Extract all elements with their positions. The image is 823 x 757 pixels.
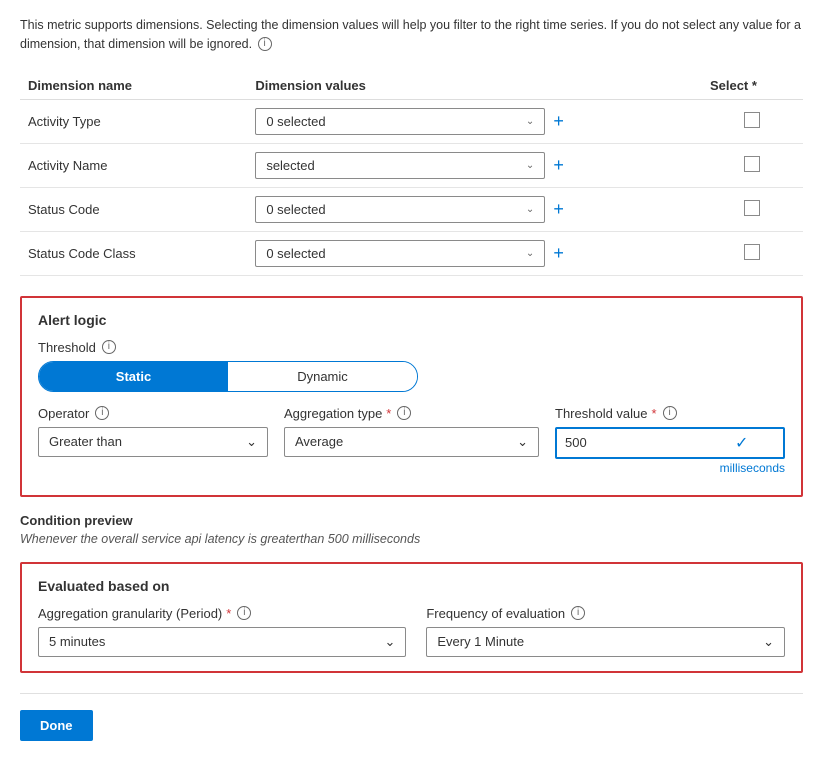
aggregation-value: Average [295, 434, 343, 449]
dim-values-status-code: 0 selected ⌄ + [247, 187, 702, 231]
dim-values-activity-type: 0 selected ⌄ + [247, 99, 702, 143]
info-banner: This metric supports dimensions. Selecti… [20, 16, 803, 54]
dim-placeholder-activity-type: 0 selected [266, 114, 325, 129]
threshold-toggle-group[interactable]: Static Dynamic [38, 361, 418, 392]
dim-name-activity-name: Activity Name [20, 143, 247, 187]
info-text: This metric supports dimensions. Selecti… [20, 18, 801, 51]
condition-preview-section: Condition preview Whenever the overall s… [20, 513, 803, 546]
aggregation-chevron-icon: ⌄ [517, 434, 528, 450]
dim-dropdown-wrapper-status-code-class: 0 selected ⌄ + [255, 240, 694, 267]
dim-dropdown-wrapper-activity-name: selected ⌄ + [255, 152, 694, 179]
operator-value: Greater than [49, 434, 122, 449]
dim-plus-icon-activity-name[interactable]: + [553, 155, 564, 176]
footer-divider [20, 693, 803, 694]
dimension-row-status-code-class: Status Code Class 0 selected ⌄ + [20, 231, 803, 275]
dim-name-status-code: Status Code [20, 187, 247, 231]
dim-dropdown-activity-name[interactable]: selected ⌄ [255, 152, 545, 179]
threshold-value-info-icon: i [663, 406, 677, 420]
dim-placeholder-status-code: 0 selected [266, 202, 325, 217]
frequency-chevron-icon: ⌄ [763, 634, 774, 650]
col-header-select: Select * [702, 72, 803, 100]
alert-logic-title: Alert logic [38, 312, 785, 328]
dim-chevron-icon-activity-type: ⌄ [526, 116, 534, 127]
dim-plus-icon-status-code[interactable]: + [553, 199, 564, 220]
static-toggle-btn[interactable]: Static [39, 362, 228, 391]
threshold-value-label: Threshold value [555, 406, 648, 421]
frequency-info-icon: i [571, 606, 585, 620]
period-select[interactable]: 5 minutes ⌄ [38, 627, 406, 657]
dim-select-col-activity-type [702, 99, 803, 143]
dim-dropdown-status-code[interactable]: 0 selected ⌄ [255, 196, 545, 223]
period-value: 5 minutes [49, 634, 105, 649]
frequency-field: Frequency of evaluation i Every 1 Minute… [426, 606, 785, 657]
aggregation-label: Aggregation type [284, 406, 382, 421]
dim-dropdown-status-code-class[interactable]: 0 selected ⌄ [255, 240, 545, 267]
condition-preview-title: Condition preview [20, 513, 803, 528]
dim-placeholder-activity-name: selected [266, 158, 314, 173]
condition-preview-text: Whenever the overall service api latency… [20, 532, 803, 546]
dim-plus-icon-status-code-class[interactable]: + [553, 243, 564, 264]
operator-label: Operator [38, 406, 89, 421]
dimensions-table: Dimension name Dimension values Select *… [20, 72, 803, 276]
threshold-input-wrapper[interactable]: ✓ [555, 427, 785, 459]
dimension-row-status-code: Status Code 0 selected ⌄ + [20, 187, 803, 231]
dimension-row-activity-type: Activity Type 0 selected ⌄ + [20, 99, 803, 143]
dim-name-activity-type: Activity Type [20, 99, 247, 143]
dim-values-activity-name: selected ⌄ + [247, 143, 702, 187]
threshold-input[interactable] [565, 435, 735, 450]
dim-chevron-icon-status-code: ⌄ [526, 204, 534, 215]
dim-name-status-code-class: Status Code Class [20, 231, 247, 275]
dimension-row-activity-name: Activity Name selected ⌄ + [20, 143, 803, 187]
alert-logic-form-row: Operator i Greater than ⌄ Aggregation ty… [38, 406, 785, 475]
period-chevron-icon: ⌄ [384, 634, 395, 650]
info-icon: i [258, 37, 272, 51]
aggregation-select[interactable]: Average ⌄ [284, 427, 539, 457]
threshold-value-field: Threshold value * i ✓ milliseconds [555, 406, 785, 475]
dim-dropdown-activity-type[interactable]: 0 selected ⌄ [255, 108, 545, 135]
operator-info-icon: i [95, 406, 109, 420]
dim-plus-icon-activity-type[interactable]: + [553, 111, 564, 132]
operator-field: Operator i Greater than ⌄ [38, 406, 268, 457]
dim-checkbox-activity-name[interactable] [744, 156, 760, 172]
threshold-required: * [652, 406, 657, 421]
dim-chevron-icon-status-code-class: ⌄ [526, 248, 534, 259]
dim-values-status-code-class: 0 selected ⌄ + [247, 231, 702, 275]
evaluated-based-on-section: Evaluated based on Aggregation granulari… [20, 562, 803, 673]
frequency-value: Every 1 Minute [437, 634, 524, 649]
aggregation-field: Aggregation type * i Average ⌄ [284, 406, 539, 457]
dim-checkbox-status-code[interactable] [744, 200, 760, 216]
aggregation-info-icon: i [397, 406, 411, 420]
period-label: Aggregation granularity (Period) [38, 606, 222, 621]
dim-dropdown-wrapper-activity-type: 0 selected ⌄ + [255, 108, 694, 135]
dim-select-col-activity-name [702, 143, 803, 187]
operator-chevron-icon: ⌄ [246, 434, 257, 450]
col-header-name: Dimension name [20, 72, 247, 100]
operator-select[interactable]: Greater than ⌄ [38, 427, 268, 457]
evaluated-section-title: Evaluated based on [38, 578, 785, 594]
frequency-select[interactable]: Every 1 Minute ⌄ [426, 627, 785, 657]
threshold-check-icon: ✓ [735, 433, 748, 453]
alert-logic-section: Alert logic Threshold i Static Dynamic O… [20, 296, 803, 497]
dim-chevron-icon-activity-name: ⌄ [526, 160, 534, 171]
evaluated-form-row: Aggregation granularity (Period) * i 5 m… [38, 606, 785, 657]
dim-select-col-status-code-class [702, 231, 803, 275]
period-required: * [226, 606, 231, 621]
dim-checkbox-status-code-class[interactable] [744, 244, 760, 260]
dim-select-col-status-code [702, 187, 803, 231]
threshold-unit: milliseconds [555, 461, 785, 475]
aggregation-required: * [386, 406, 391, 421]
dynamic-toggle-btn[interactable]: Dynamic [228, 362, 417, 391]
dim-placeholder-status-code-class: 0 selected [266, 246, 325, 261]
threshold-info-icon: i [102, 340, 116, 354]
done-button[interactable]: Done [20, 710, 93, 741]
period-info-icon: i [237, 606, 251, 620]
threshold-label: Threshold i [38, 340, 785, 355]
period-field: Aggregation granularity (Period) * i 5 m… [38, 606, 406, 657]
dim-checkbox-activity-type[interactable] [744, 112, 760, 128]
col-header-values: Dimension values [247, 72, 702, 100]
dim-dropdown-wrapper-status-code: 0 selected ⌄ + [255, 196, 694, 223]
frequency-label: Frequency of evaluation [426, 606, 565, 621]
